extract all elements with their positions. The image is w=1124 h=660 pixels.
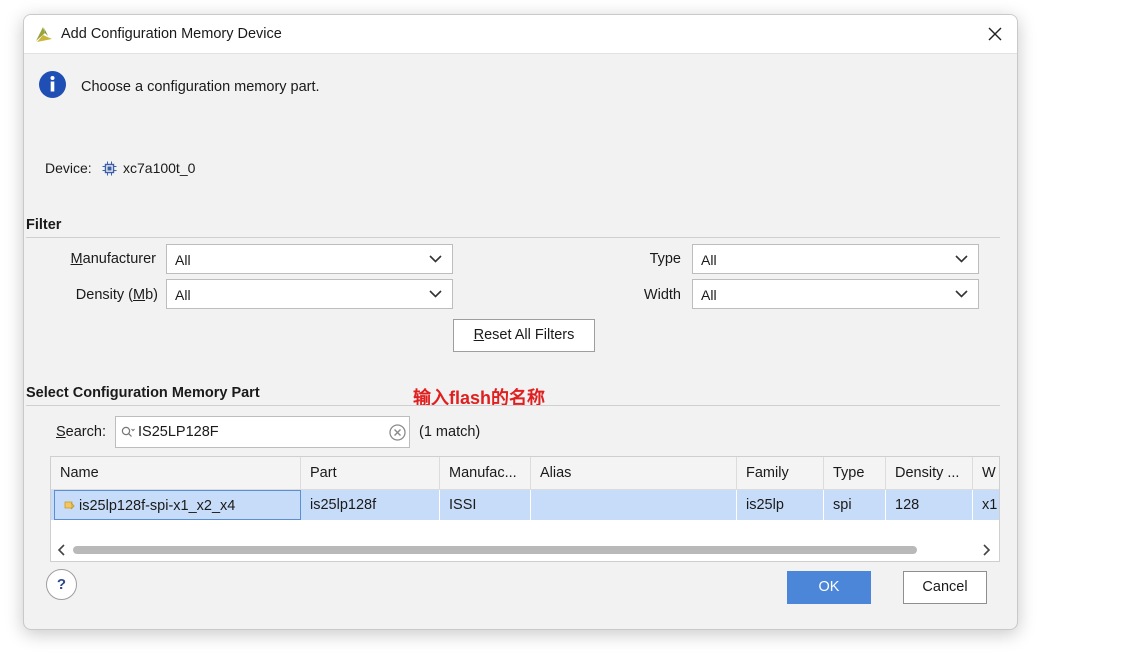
device-label: Device: <box>45 160 92 176</box>
memory-part-icon <box>64 501 75 510</box>
search-label: Search: <box>56 424 106 440</box>
filter-divider <box>26 237 1000 238</box>
chip-icon <box>102 161 117 176</box>
clear-search-icon[interactable] <box>389 424 406 441</box>
density-select[interactable]: All <box>166 279 453 309</box>
cell-type: spi <box>824 490 886 520</box>
add-config-memory-dialog: Add Configuration Memory Device Choose a… <box>23 14 1018 630</box>
table-row[interactable]: is25lp128f-spi-x1_x2_x4 is25lp128f ISSI … <box>51 490 999 520</box>
horizontal-scrollbar[interactable] <box>51 541 999 559</box>
type-select[interactable]: All <box>692 244 979 274</box>
cell-part: is25lp128f <box>301 490 440 520</box>
manufacturer-label: Manufacturer <box>70 251 156 267</box>
title-bar: Add Configuration Memory Device <box>24 15 1017 54</box>
search-input[interactable] <box>138 422 383 442</box>
column-header-width[interactable]: W <box>973 457 999 489</box>
annotation-text: 输入flash的名称 <box>413 388 546 408</box>
close-icon <box>988 27 1002 41</box>
help-button[interactable]: ? <box>46 569 77 600</box>
chevron-down-icon <box>429 290 442 298</box>
ok-button[interactable]: OK <box>787 571 871 604</box>
select-part-section-title: Select Configuration Memory Part <box>26 385 260 401</box>
manufacturer-select[interactable]: All <box>166 244 453 274</box>
select-part-divider <box>26 405 1000 406</box>
close-button[interactable] <box>973 15 1017 53</box>
scroll-left-icon[interactable] <box>57 544 65 556</box>
device-value: xc7a100t_0 <box>123 160 196 176</box>
cancel-button[interactable]: Cancel <box>903 571 987 604</box>
scrollbar-thumb[interactable] <box>73 546 917 554</box>
column-header-alias[interactable]: Alias <box>531 457 737 489</box>
column-header-manufacturer[interactable]: Manufac... <box>440 457 531 489</box>
chevron-down-icon <box>429 255 442 263</box>
search-icon <box>121 426 135 437</box>
type-label: Type <box>649 251 681 267</box>
scroll-right-icon[interactable] <box>983 544 991 556</box>
window-title: Add Configuration Memory Device <box>61 26 282 42</box>
width-label: Width <box>643 287 681 303</box>
info-message: Choose a configuration memory part. <box>81 79 320 95</box>
column-header-part[interactable]: Part <box>301 457 440 489</box>
info-icon <box>39 71 66 98</box>
width-value: All <box>701 287 717 303</box>
type-value: All <box>701 252 717 268</box>
column-header-family[interactable]: Family <box>737 457 824 489</box>
table-header: Name Part Manufac... Alias Family Type D… <box>51 457 999 490</box>
cell-family: is25lp <box>737 490 824 520</box>
chevron-down-icon <box>955 255 968 263</box>
search-field[interactable] <box>115 416 410 448</box>
reset-all-filters-button[interactable]: Reset All Filters <box>453 319 595 352</box>
cell-manufacturer: ISSI <box>440 490 531 520</box>
cell-density: 128 <box>886 490 973 520</box>
chevron-down-icon <box>955 290 968 298</box>
cell-name: is25lp128f-spi-x1_x2_x4 <box>54 490 301 520</box>
vivado-logo-icon <box>36 27 52 42</box>
column-header-name[interactable]: Name <box>51 457 301 489</box>
width-select[interactable]: All <box>692 279 979 309</box>
density-value: All <box>175 287 191 303</box>
density-label: Density (Mb) <box>75 287 158 303</box>
cell-width: x1 <box>982 497 998 513</box>
column-header-density[interactable]: Density ... <box>886 457 973 489</box>
filter-section-title: Filter <box>26 217 62 233</box>
column-header-type[interactable]: Type <box>824 457 886 489</box>
cell-alias <box>531 490 737 520</box>
manufacturer-value: All <box>175 252 191 268</box>
match-count: (1 match) <box>419 424 481 440</box>
memory-part-table: Name Part Manufac... Alias Family Type D… <box>50 456 1000 562</box>
